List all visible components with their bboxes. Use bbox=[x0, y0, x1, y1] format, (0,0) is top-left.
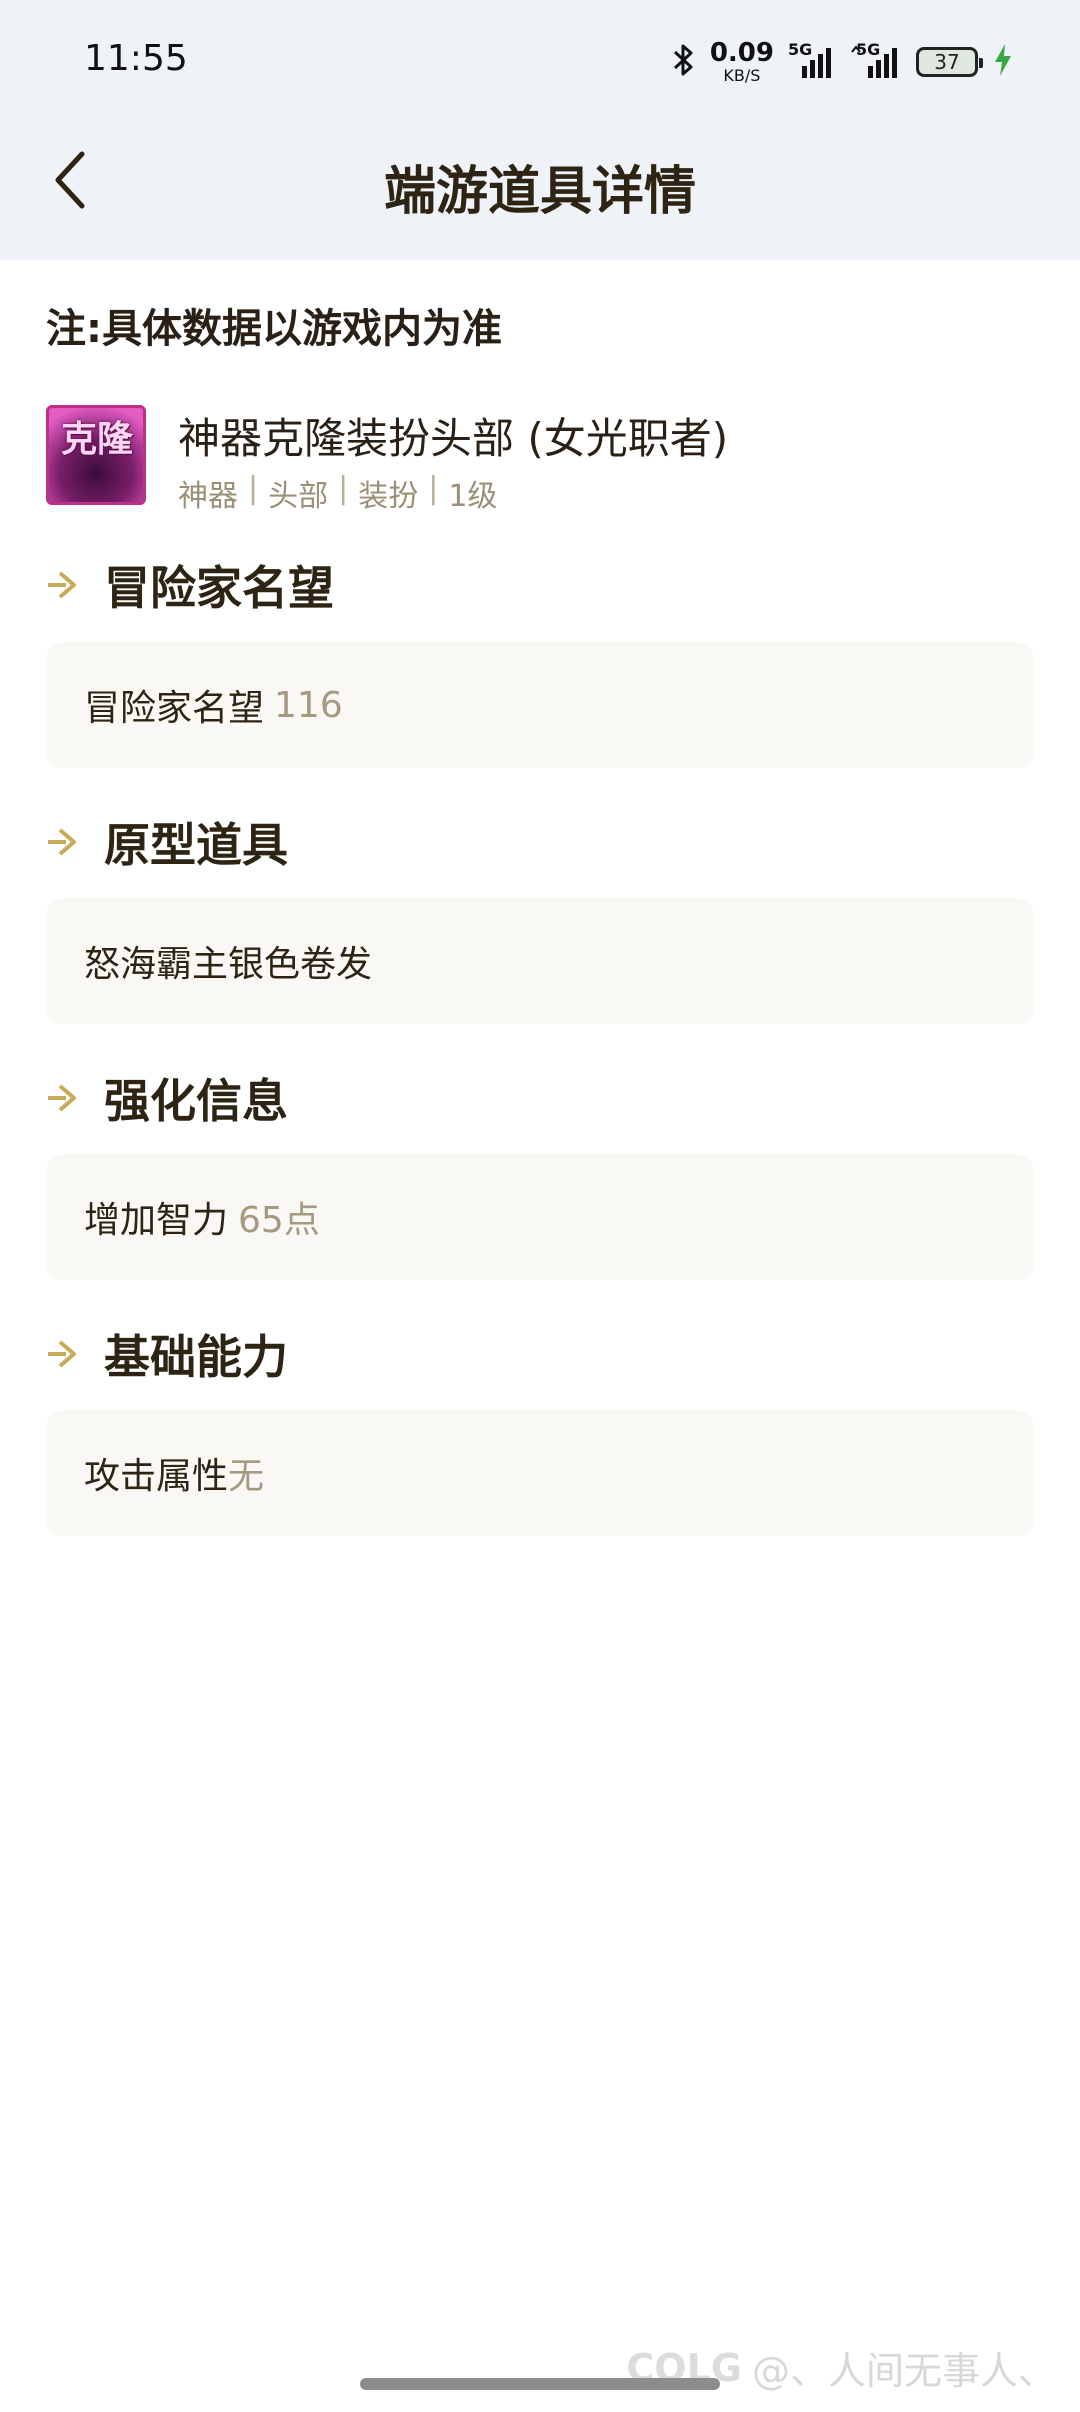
section-title: 原型道具 bbox=[104, 818, 288, 872]
page-title: 端游道具详情 bbox=[383, 162, 696, 222]
bluetooth-icon bbox=[672, 42, 696, 82]
section-header-enhancement: 强化信息 bbox=[46, 1068, 288, 1128]
section-box-base-ability: 攻击属性 无 bbox=[46, 1410, 1034, 1536]
tag-separator: | bbox=[338, 471, 349, 506]
item-name: 神器克隆装扮头部 (女光职者) bbox=[178, 414, 729, 463]
section-label: 怒海霸主银色卷发 bbox=[84, 944, 373, 985]
item-tags: 神器 | 头部 | 装扮 | 1级 bbox=[178, 471, 497, 515]
tag-separator: | bbox=[428, 471, 439, 506]
arrow-icon bbox=[48, 1084, 76, 1112]
section-label: 攻击属性 bbox=[84, 1456, 229, 1497]
home-indicator[interactable] bbox=[360, 2378, 720, 2390]
section-label: 冒险家名望 bbox=[84, 688, 265, 729]
section-value: 65点 bbox=[238, 1200, 320, 1241]
top-area: 11:55 0.09 KB/S 5G 5G 37 端游道具详情 bbox=[0, 0, 1080, 260]
signal-icon: 5G bbox=[788, 40, 836, 80]
section-box-prototype: 怒海霸主银色卷发 bbox=[46, 898, 1034, 1024]
item-tag: 头部 bbox=[268, 479, 329, 514]
signal-label: 5G bbox=[788, 40, 813, 59]
network-speed-unit: KB/S bbox=[723, 66, 761, 85]
section-value: 116 bbox=[274, 684, 343, 726]
status-time: 11:55 bbox=[84, 38, 188, 79]
battery-icon: 37 bbox=[916, 47, 983, 77]
item-header: 克隆 神器克隆装扮头部 (女光职者) 神器 | 头部 | 装扮 | 1级 bbox=[46, 405, 1036, 514]
tag-separator: | bbox=[248, 471, 259, 506]
item-tag: 装扮 bbox=[358, 479, 419, 514]
network-speed: 0.09 KB/S bbox=[710, 40, 774, 84]
status-indicators: 0.09 KB/S 5G 5G 37 bbox=[672, 38, 1014, 86]
arrow-icon bbox=[48, 571, 76, 599]
arrow-icon bbox=[48, 828, 76, 856]
disclaimer-note: 注:具体数据以游戏内为准 bbox=[46, 306, 502, 352]
section-header-prototype: 原型道具 bbox=[46, 812, 288, 872]
section-header-base-ability: 基础能力 bbox=[46, 1324, 288, 1384]
item-thumbnail-text: 克隆 bbox=[60, 419, 133, 460]
status-bar: 11:55 0.09 KB/S 5G 5G 37 bbox=[0, 0, 1080, 125]
section-title: 基础能力 bbox=[104, 1330, 288, 1384]
item-tag: 1级 bbox=[448, 479, 498, 514]
item-thumbnail: 克隆 bbox=[46, 405, 146, 505]
section-header-fame: 冒险家名望 bbox=[46, 555, 334, 615]
signal-label: 5G bbox=[856, 40, 881, 59]
watermark-text: @、人间无事人、 bbox=[751, 2349, 1056, 2393]
signal-icon: 5G bbox=[850, 40, 902, 80]
nav-bar: 端游道具详情 bbox=[0, 125, 1080, 260]
section-value: 无 bbox=[228, 1456, 265, 1497]
arrow-icon bbox=[48, 1340, 76, 1368]
network-speed-value: 0.09 bbox=[709, 38, 774, 68]
item-tag: 神器 bbox=[178, 479, 238, 514]
section-box-fame: 冒险家名望 116 bbox=[46, 642, 1034, 768]
section-box-enhancement: 增加智力 65点 bbox=[46, 1154, 1034, 1280]
charging-icon bbox=[992, 42, 1014, 82]
section-title: 冒险家名望 bbox=[104, 561, 334, 615]
section-label: 增加智力 bbox=[84, 1200, 229, 1241]
section-title: 强化信息 bbox=[104, 1074, 288, 1128]
